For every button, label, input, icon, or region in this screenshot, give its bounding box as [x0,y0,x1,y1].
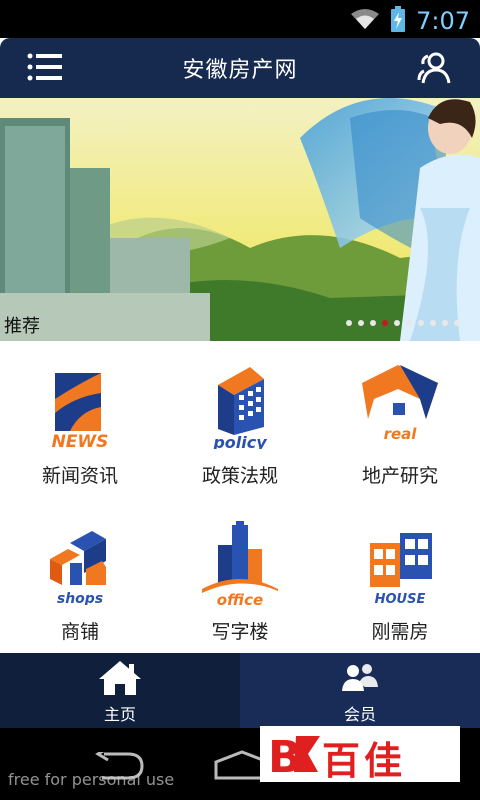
grid-item-label: 刚需房 [371,621,429,643]
policy-building-icon: policy [212,367,267,449]
watermark-logo: B 百佳 [260,726,460,783]
members-icon [342,664,378,691]
svg-text:real: real [384,425,418,443]
svg-text:HOUSE: HOUSE [375,592,426,605]
svg-text:office: office [217,591,263,605]
svg-text:NEWS: NEWS [52,432,109,449]
office-building-icon: office [202,521,278,605]
carousel-dot[interactable] [430,320,436,326]
banner-carousel[interactable]: 推荐 [0,98,480,341]
grid-item-house[interactable]: HOUSE 刚需房 [320,497,480,653]
user-button[interactable] [416,50,452,86]
grid-item-policy[interactable]: policy 政策法规 [160,341,320,497]
grid-item-news[interactable]: NEWS 新闻资讯 [0,341,160,497]
grid-item-research[interactable]: real 地产研究 [320,341,480,497]
carousel-dot[interactable] [406,320,412,326]
svg-text:shops: shops [57,591,103,605]
status-bar: 7:07 [0,0,480,38]
grid-item-label: 写字楼 [211,621,269,643]
grid-item-shops[interactable]: shops 商铺 [0,497,160,653]
logo-mark-icon: B [268,732,320,778]
bottom-tab-bar: 主页 会员 [0,653,480,728]
watermark-text: free for personal use [8,770,175,789]
grid-item-label: 新闻资讯 [41,465,118,487]
tab-home-label: 主页 [103,705,136,724]
carousel-dot[interactable] [442,320,448,326]
tab-members[interactable]: 会员 [240,653,480,728]
grid-item-label: 政策法规 [201,465,278,487]
carousel-dot[interactable] [418,320,424,326]
home-icon [99,661,141,695]
carousel-dot[interactable] [382,320,388,326]
grid-item-label: 商铺 [60,621,99,643]
banner-caption: 推荐 [4,316,40,337]
news-icon: NEWS [52,373,109,449]
clock: 7:07 [416,7,470,35]
carousel-indicator [346,320,460,326]
carousel-dot[interactable] [358,320,364,326]
carousel-dot[interactable] [346,320,352,326]
carousel-dot[interactable] [454,320,460,326]
wifi-icon [350,8,380,34]
category-grid: NEWS 新闻资讯 policy 政策法规 real 地产研究 shops 商铺… [0,341,480,653]
svg-text:policy: policy [212,433,267,449]
banner-image [0,98,480,341]
logo-text: 百佳 [322,739,407,783]
app-header: 安徽房产网 [0,38,480,98]
battery-icon [390,6,406,36]
grid-item-label: 地产研究 [361,465,438,487]
tab-home[interactable]: 主页 [0,653,240,728]
grid-item-office[interactable]: office 写字楼 [160,497,320,653]
house-windows-icon: HOUSE [370,533,432,605]
shops-icon: shops [50,531,106,605]
tab-members-label: 会员 [343,705,376,724]
page-title: 安徽房产网 [182,58,298,83]
carousel-dot[interactable] [370,320,376,326]
carousel-dot[interactable] [394,320,400,326]
real-estate-icon: real [362,365,438,443]
users-icon [417,52,451,84]
